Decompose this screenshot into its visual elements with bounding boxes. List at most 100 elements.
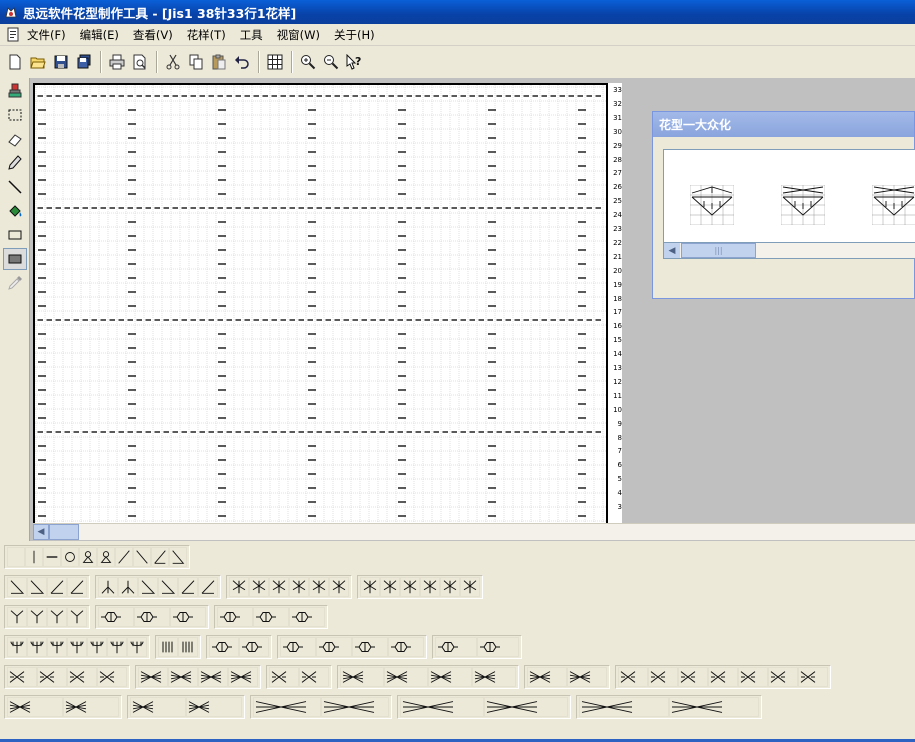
stitch-symbol-button[interactable]: [170, 607, 206, 627]
stitch-symbol-button[interactable]: [460, 577, 480, 597]
stitch-symbol-button[interactable]: [360, 577, 380, 597]
new-icon[interactable]: [4, 51, 26, 73]
fill-icon[interactable]: [3, 200, 27, 222]
stitch-symbol-button[interactable]: [249, 577, 269, 597]
stitch-symbol-button[interactable]: [228, 667, 258, 687]
stitch-symbol-button[interactable]: [79, 547, 97, 567]
stitch-symbol-button[interactable]: [107, 637, 127, 657]
stitch-symbol-button[interactable]: [27, 637, 47, 657]
stitch-symbol-button[interactable]: [25, 547, 43, 567]
stitch-symbol-button[interactable]: [47, 577, 67, 597]
stitch-symbol-button[interactable]: [169, 547, 187, 567]
stitch-symbol-button[interactable]: [67, 577, 87, 597]
stitch-symbol-button[interactable]: [7, 697, 63, 717]
stitch-symbol-button[interactable]: [7, 667, 37, 687]
stamp-icon[interactable]: [3, 80, 27, 102]
pattern-thumbnail[interactable]: [871, 184, 915, 226]
stitch-symbol-button[interactable]: [158, 577, 178, 597]
stitch-symbol-button[interactable]: [669, 697, 759, 717]
pattern-thumbnail[interactable]: [689, 184, 735, 226]
stitch-symbol-button[interactable]: [7, 607, 27, 627]
save-icon[interactable]: [50, 51, 72, 73]
stitch-symbol-button[interactable]: [269, 667, 299, 687]
stitch-symbol-button[interactable]: [289, 577, 309, 597]
stitch-symbol-button[interactable]: [168, 667, 198, 687]
scroll-thumb[interactable]: [49, 524, 79, 540]
stitch-symbol-button[interactable]: [98, 577, 118, 597]
scroll-left-arrow-icon[interactable]: ◀: [33, 524, 49, 540]
stitch-symbol-button[interactable]: [127, 637, 147, 657]
stitch-symbol-button[interactable]: [253, 607, 289, 627]
select-rect-icon[interactable]: [3, 104, 27, 126]
stitch-symbol-button[interactable]: [435, 637, 477, 657]
stitch-symbol-button[interactable]: [618, 667, 648, 687]
stitch-symbol-button[interactable]: [138, 577, 158, 597]
stitch-symbol-button[interactable]: [98, 607, 134, 627]
pattern-library-title[interactable]: 花型一大众化: [653, 112, 914, 137]
zoom-out-icon[interactable]: [320, 51, 342, 73]
scroll-left-arrow-icon[interactable]: ◀: [664, 243, 680, 258]
open-icon[interactable]: [27, 51, 49, 73]
menu-about[interactable]: 关于(H): [334, 27, 375, 43]
stitch-symbol-button[interactable]: [352, 637, 388, 657]
eraser-icon[interactable]: [3, 128, 27, 150]
stitch-symbol-button[interactable]: [340, 667, 384, 687]
stitch-symbol-button[interactable]: [567, 667, 607, 687]
stitch-symbol-button[interactable]: [579, 697, 669, 717]
stitch-symbol-button[interactable]: [27, 607, 47, 627]
stitch-symbol-button[interactable]: [178, 637, 198, 657]
stitch-symbol-button[interactable]: [384, 667, 428, 687]
stitch-symbol-button[interactable]: [151, 547, 169, 567]
stitch-symbol-button[interactable]: [484, 697, 568, 717]
grid-icon[interactable]: [264, 51, 286, 73]
stitch-symbol-button[interactable]: [27, 577, 47, 597]
stitch-symbol-button[interactable]: [400, 697, 484, 717]
stitch-symbol-button[interactable]: [134, 607, 170, 627]
stitch-symbol-button[interactable]: [400, 577, 420, 597]
stitch-symbol-button[interactable]: [648, 667, 678, 687]
stitch-symbol-button[interactable]: [299, 667, 329, 687]
stitch-symbol-button[interactable]: [738, 667, 768, 687]
pattern-thumbnail[interactable]: [780, 184, 826, 226]
stitch-symbol-button[interactable]: [309, 577, 329, 597]
stitch-symbol-button[interactable]: [380, 577, 400, 597]
stitch-symbol-button[interactable]: [329, 577, 349, 597]
menu-window[interactable]: 视窗(W): [277, 27, 320, 43]
stitch-symbol-button[interactable]: [133, 547, 151, 567]
stitch-symbol-button[interactable]: [67, 637, 87, 657]
stitch-symbol-button[interactable]: [43, 547, 61, 567]
stitch-symbol-button[interactable]: [289, 607, 325, 627]
stitch-symbol-button[interactable]: [47, 607, 67, 627]
pattern-grid[interactable]: [35, 85, 606, 523]
help-icon[interactable]: ?: [343, 51, 365, 73]
pencil-icon[interactable]: [3, 152, 27, 174]
menu-tools[interactable]: 工具: [240, 27, 263, 43]
stitch-symbol-button[interactable]: [198, 667, 228, 687]
zoom-in-icon[interactable]: [297, 51, 319, 73]
pattern-canvas[interactable]: [33, 83, 608, 523]
stitch-symbol-button[interactable]: [61, 547, 79, 567]
line-icon[interactable]: [3, 176, 27, 198]
print-preview-icon[interactable]: [129, 51, 151, 73]
stitch-symbol-button[interactable]: [316, 637, 352, 657]
stitch-symbol-button[interactable]: [47, 637, 67, 657]
stitch-symbol-button[interactable]: [217, 607, 253, 627]
rectangle-icon[interactable]: [3, 224, 27, 246]
stitch-symbol-button[interactable]: [130, 697, 186, 717]
stitch-symbol-button[interactable]: [209, 637, 239, 657]
document-icon[interactable]: [5, 27, 21, 43]
stitch-symbol-button[interactable]: [420, 577, 440, 597]
stitch-symbol-button[interactable]: [472, 667, 516, 687]
stitch-symbol-button[interactable]: [428, 667, 472, 687]
paste-icon[interactable]: [208, 51, 230, 73]
stitch-symbol-button[interactable]: [527, 667, 567, 687]
stitch-symbol-button[interactable]: [178, 577, 198, 597]
stitch-symbol-button[interactable]: [115, 547, 133, 567]
stitch-symbol-button[interactable]: [321, 697, 389, 717]
stitch-symbol-button[interactable]: [280, 637, 316, 657]
app-icon[interactable]: [4, 5, 18, 19]
stitch-symbol-button[interactable]: [186, 697, 242, 717]
eyedropper-icon[interactable]: [3, 272, 27, 294]
menu-file[interactable]: 文件(F): [27, 27, 66, 43]
menu-pattern[interactable]: 花样(T): [187, 27, 226, 43]
